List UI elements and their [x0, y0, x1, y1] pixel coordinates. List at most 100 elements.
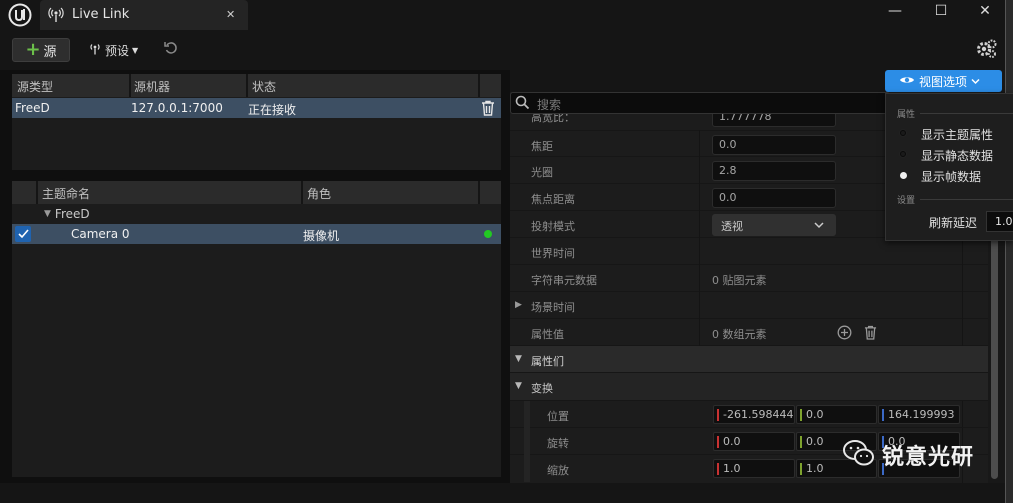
rotation-x-value: 0.0	[723, 435, 741, 448]
focus-distance-field[interactable]: 0.0	[712, 188, 836, 208]
focal-length-label: 焦距	[531, 140, 553, 153]
scene-time-label: 场景时间	[531, 301, 575, 314]
search-placeholder: 搜索	[537, 98, 562, 112]
details-row-property-values: 属性值 0 数组元素	[510, 319, 988, 346]
revert-icon[interactable]	[163, 40, 179, 59]
tab-close-icon[interactable]: ✕	[226, 8, 235, 21]
source-status-cell: 正在接收	[248, 103, 297, 117]
location-x-value: -261.598444	[723, 408, 794, 421]
details-row-value-field[interactable]: 1.777778	[712, 114, 836, 127]
source-machine-cell: 127.0.0.1:7000	[131, 101, 223, 115]
indent-bar	[524, 428, 530, 455]
menu-item-label: 显示主题属性	[921, 128, 994, 142]
subject-enabled-checkbox[interactable]	[15, 226, 31, 242]
rotation-label: 旋转	[547, 437, 569, 450]
live-link-icon	[48, 7, 64, 23]
menu-section-line	[920, 113, 1013, 114]
location-x-field[interactable]: -261.598444	[713, 405, 795, 424]
search-box[interactable]	[510, 92, 890, 114]
details-scrollbar-thumb[interactable]	[991, 236, 998, 479]
triangle-down-icon: ▼	[515, 354, 522, 364]
radio-dot-icon	[900, 130, 906, 136]
rotation-x-field[interactable]: 0.0	[713, 432, 795, 451]
presets-icon	[88, 42, 102, 59]
focal-length-field[interactable]: 0.0	[712, 135, 836, 155]
indent-bar	[524, 455, 530, 482]
col-header-status[interactable]: 状态	[252, 78, 276, 95]
triangle-right-icon: ▶	[515, 300, 522, 310]
section-transform-header[interactable]: ▼ 变换	[510, 373, 988, 401]
view-options-button[interactable]: 视图选项	[885, 70, 1002, 92]
section-properties-header[interactable]: ▼ 属性们	[510, 346, 988, 373]
col-header-subject-name[interactable]: 主题命名	[42, 185, 90, 202]
column-divider	[36, 181, 38, 204]
add-element-icon[interactable]	[837, 325, 852, 343]
chevron-down-icon: ▼	[132, 45, 139, 55]
refresh-delay-field[interactable]: 1.0	[986, 211, 1013, 232]
menu-section-line	[920, 199, 1013, 200]
scale-y-value: 1.0	[806, 462, 824, 475]
unreal-logo-icon	[8, 3, 34, 27]
world-time-label: 世界时间	[531, 247, 575, 260]
property-values-label: 属性值	[531, 328, 564, 341]
projection-mode-dropdown[interactable]: 透视	[712, 214, 836, 236]
radio-dot-icon	[900, 151, 906, 157]
section-transform-label: 变换	[531, 382, 553, 395]
eye-icon	[899, 74, 915, 88]
menu-item-show-subject-attributes[interactable]: 显示主题属性	[886, 124, 1013, 144]
focus-distance-label: 焦点距离	[531, 193, 575, 206]
location-z-value: 164.199993	[888, 408, 955, 421]
minimize-button[interactable]: —	[872, 0, 918, 22]
trash-icon[interactable]	[864, 325, 877, 343]
aperture-field[interactable]: 2.8	[712, 161, 836, 181]
string-metadata-label: 字符串元数据	[531, 274, 597, 287]
view-options-label: 视图选项	[919, 74, 968, 89]
status-bar	[0, 483, 1005, 503]
maximize-button[interactable]: ☐	[918, 0, 964, 22]
chevron-down-icon	[814, 219, 824, 233]
menu-section-attributes: 属性	[897, 110, 916, 120]
menu-item-label: 显示帧数据	[921, 170, 982, 184]
column-divider	[246, 74, 248, 97]
location-y-field[interactable]: 0.0	[796, 405, 877, 424]
presets-label: 预设	[105, 43, 130, 58]
subject-group-expander[interactable]: ▼ FreeD	[44, 207, 90, 221]
scale-x-field[interactable]: 1.0	[713, 459, 795, 478]
presets-button[interactable]: 预设 ▼	[88, 41, 138, 59]
tab-title: Live Link	[72, 7, 130, 22]
column-divider	[129, 74, 131, 97]
toolbar	[0, 30, 1005, 70]
watermark: 锐意光研	[842, 438, 974, 471]
menu-section-settings: 设置	[897, 196, 916, 206]
scale-x-value: 1.0	[723, 462, 741, 475]
menu-item-show-frame-data[interactable]: 显示帧数据	[886, 166, 1013, 186]
triangle-down-icon: ▼	[515, 381, 522, 391]
location-z-field[interactable]: 164.199993	[878, 405, 960, 424]
location-y-value: 0.0	[806, 408, 824, 421]
transform-row-location: 位置 -261.598444 0.0 164.199993	[510, 401, 988, 428]
trash-icon[interactable]	[481, 100, 495, 119]
details-row-scene-time[interactable]: ▶ 场景时间	[510, 292, 988, 319]
subject-status-dot	[484, 230, 492, 238]
close-button[interactable]: ✕	[962, 0, 1008, 22]
aperture-label: 光圈	[531, 166, 553, 179]
projection-mode-label: 投射模式	[531, 220, 575, 233]
add-source-button[interactable]: + 源	[12, 38, 70, 62]
adjacent-window-edge	[1005, 0, 1013, 503]
col-header-source-type[interactable]: 源类型	[17, 78, 53, 95]
column-divider	[301, 181, 303, 204]
col-header-source-machine[interactable]: 源机器	[134, 78, 170, 95]
location-label: 位置	[547, 410, 569, 423]
wechat-logo-icon	[842, 438, 876, 471]
column-divider	[478, 181, 480, 204]
settings-gear-icon[interactable]	[975, 38, 997, 63]
chevron-down-icon	[971, 74, 980, 88]
details-row-label: 高宽比：	[531, 114, 575, 124]
subject-name-cell: Camera 0	[71, 227, 130, 241]
add-source-label: 源	[43, 44, 57, 60]
indent-bar	[524, 401, 530, 428]
projection-mode-value: 透视	[721, 220, 743, 233]
menu-item-show-static-data[interactable]: 显示静态数据	[886, 145, 1013, 165]
column-divider	[478, 74, 480, 97]
col-header-role[interactable]: 角色	[307, 185, 331, 202]
